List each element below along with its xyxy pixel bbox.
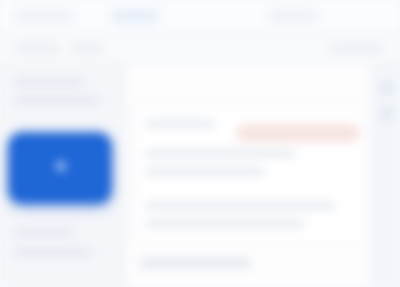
sidebar-item[interactable]: [14, 228, 74, 237]
sidebar-item[interactable]: [14, 78, 84, 87]
app-icon: ■: [56, 158, 66, 175]
toolbar-item[interactable]: [14, 43, 60, 54]
card-text: [145, 219, 305, 228]
top-bar: [0, 0, 400, 34]
card-text: [145, 149, 295, 158]
toolbar-item[interactable]: [70, 43, 104, 54]
toolbar-item[interactable]: [330, 43, 384, 54]
sub-toolbar: [0, 34, 400, 64]
rail-icon[interactable]: [381, 82, 393, 94]
app-tile-button[interactable]: ■: [8, 132, 112, 204]
sidebar-item[interactable]: [14, 248, 92, 257]
footer-text: [140, 258, 250, 268]
status-badge[interactable]: [236, 124, 360, 142]
tab-3[interactable]: [268, 9, 318, 23]
tab-1[interactable]: [14, 9, 74, 23]
sidebar-item[interactable]: [14, 96, 100, 105]
tab-2[interactable]: [112, 9, 158, 23]
card-title: [145, 119, 215, 128]
rail-icon[interactable]: [381, 108, 393, 120]
right-rail: [372, 64, 400, 287]
card-text: [145, 201, 335, 210]
card-text: [145, 167, 265, 176]
